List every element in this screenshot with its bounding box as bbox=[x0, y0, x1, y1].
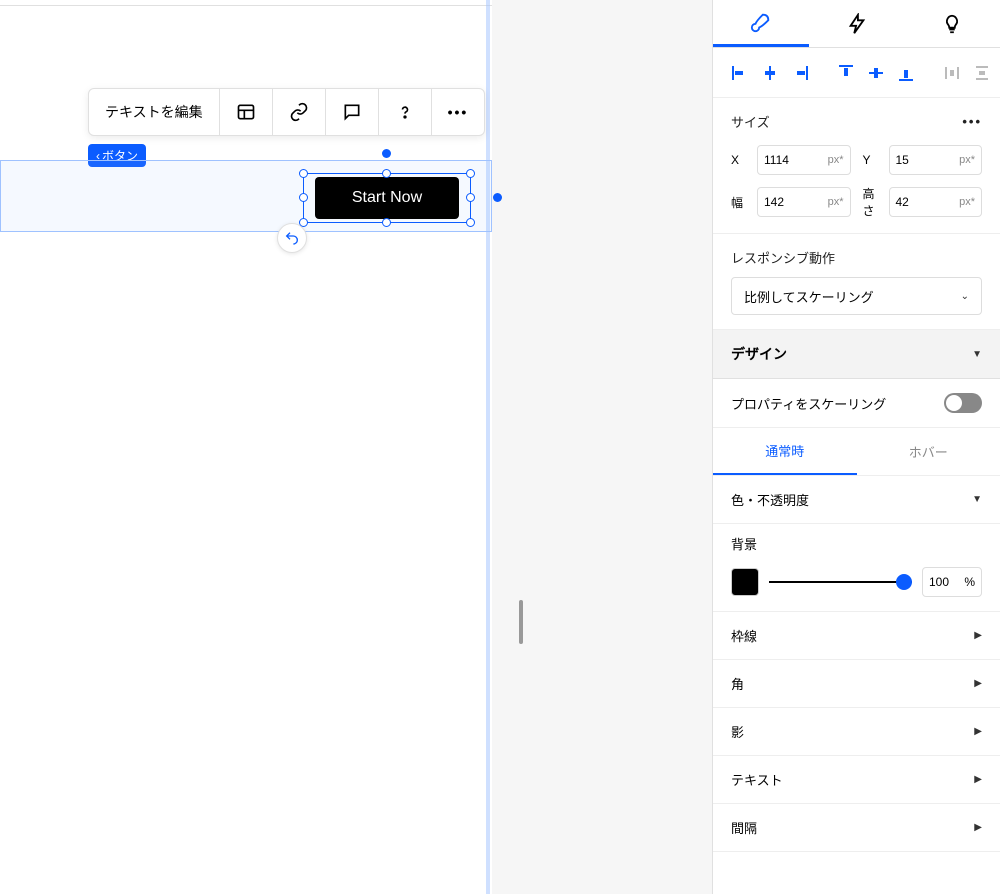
x-label: X bbox=[731, 153, 745, 167]
undo-button[interactable] bbox=[277, 223, 307, 253]
selection-frame[interactable] bbox=[303, 173, 471, 223]
y-label: Y bbox=[863, 153, 877, 167]
tab-design[interactable] bbox=[713, 0, 809, 47]
lightning-icon bbox=[846, 13, 868, 35]
color-opacity-row[interactable]: 色・不透明度 ▼ bbox=[713, 476, 1000, 524]
caret-right-icon: ▶ bbox=[974, 774, 982, 785]
tab-ideas[interactable] bbox=[904, 0, 1000, 47]
design-header[interactable]: デザイン ▼ bbox=[713, 330, 1000, 379]
text-label: テキスト bbox=[731, 770, 783, 789]
height-input[interactable]: 42px* bbox=[889, 187, 983, 217]
border-label: 枠線 bbox=[731, 626, 757, 645]
handle-e[interactable] bbox=[466, 193, 475, 202]
width-input[interactable]: 142px* bbox=[757, 187, 851, 217]
design-title: デザイン bbox=[731, 344, 787, 364]
distribute-h-icon[interactable] bbox=[943, 64, 961, 82]
state-tab-normal[interactable]: 通常時 bbox=[713, 428, 857, 475]
handle-w[interactable] bbox=[299, 193, 308, 202]
shadow-row[interactable]: 影 ▶ bbox=[713, 708, 1000, 756]
align-center-v-icon[interactable] bbox=[867, 64, 885, 82]
caret-down-icon: ▼ bbox=[972, 349, 982, 360]
color-opacity-label: 色・不透明度 bbox=[731, 490, 809, 509]
spacing-label: 間隔 bbox=[731, 818, 757, 837]
caret-right-icon: ▶ bbox=[974, 630, 982, 641]
scale-props-toggle[interactable] bbox=[944, 393, 982, 413]
handle-right-anchor[interactable] bbox=[493, 193, 502, 202]
distribute-v-icon[interactable] bbox=[973, 64, 991, 82]
handle-ne[interactable] bbox=[466, 169, 475, 178]
help-button[interactable] bbox=[379, 89, 432, 135]
size-more-icon[interactable]: ••• bbox=[962, 114, 982, 129]
handle-nw[interactable] bbox=[299, 169, 308, 178]
state-tabs: 通常時 ホバー bbox=[713, 428, 1000, 476]
handle-s[interactable] bbox=[382, 218, 391, 227]
background-label: 背景 bbox=[713, 524, 1000, 553]
lightbulb-icon bbox=[941, 13, 963, 35]
comment-icon bbox=[342, 102, 362, 122]
opacity-input[interactable]: 100% bbox=[922, 567, 982, 597]
text-row[interactable]: テキスト ▶ bbox=[713, 756, 1000, 804]
layout-button[interactable] bbox=[220, 89, 273, 135]
undo-icon bbox=[284, 230, 300, 246]
caret-right-icon: ▶ bbox=[974, 726, 982, 737]
comment-button[interactable] bbox=[326, 89, 379, 135]
width-label: 幅 bbox=[731, 194, 745, 211]
scrollbar-thumb[interactable] bbox=[519, 600, 523, 644]
corner-row[interactable]: 角 ▶ bbox=[713, 660, 1000, 708]
canvas-area[interactable]: テキストを編集 ••• ‹ ボタン Start Now bbox=[0, 0, 712, 894]
state-tab-hover[interactable]: ホバー bbox=[857, 428, 1000, 475]
spacing-row[interactable]: 間隔 ▶ bbox=[713, 804, 1000, 852]
handle-se[interactable] bbox=[466, 218, 475, 227]
brush-icon bbox=[750, 11, 772, 33]
border-row[interactable]: 枠線 ▶ bbox=[713, 612, 1000, 660]
caret-down-icon: ▼ bbox=[972, 494, 982, 505]
corner-label: 角 bbox=[731, 674, 744, 693]
size-section: サイズ ••• X 1114px* Y 15px* 幅 142px* 高さ 42… bbox=[713, 98, 1000, 234]
layout-icon bbox=[236, 102, 256, 122]
responsive-value: 比例してスケーリング bbox=[744, 287, 874, 306]
chevron-down-icon: ⌄ bbox=[961, 291, 969, 302]
link-button[interactable] bbox=[273, 89, 326, 135]
size-title: サイズ bbox=[731, 112, 770, 131]
background-row: 100% bbox=[713, 553, 1000, 612]
align-top-icon[interactable] bbox=[837, 64, 855, 82]
align-bottom-icon[interactable] bbox=[897, 64, 915, 82]
responsive-section: レスポンシブ動作 比例してスケーリング ⌄ bbox=[713, 234, 1000, 330]
panel-tabs bbox=[713, 0, 1000, 48]
help-icon bbox=[395, 102, 415, 122]
shadow-label: 影 bbox=[731, 722, 744, 741]
height-label: 高さ bbox=[863, 185, 877, 219]
edit-text-button[interactable]: テキストを編集 bbox=[89, 89, 220, 135]
x-input[interactable]: 1114px* bbox=[757, 145, 851, 175]
canvas-top-ruler bbox=[0, 0, 492, 6]
caret-right-icon: ▶ bbox=[974, 678, 982, 689]
canvas-guide-vertical bbox=[486, 0, 490, 894]
more-button[interactable]: ••• bbox=[432, 89, 485, 135]
inspector-panel: サイズ ••• X 1114px* Y 15px* 幅 142px* 高さ 42… bbox=[712, 0, 1000, 894]
scale-props-label: プロパティをスケーリング bbox=[731, 394, 886, 413]
handle-n[interactable] bbox=[382, 169, 391, 178]
responsive-title: レスポンシブ動作 bbox=[731, 248, 835, 267]
handle-top-anchor[interactable] bbox=[382, 149, 391, 158]
scale-props-row: プロパティをスケーリング bbox=[713, 379, 1000, 428]
tab-interactions[interactable] bbox=[809, 0, 905, 47]
background-swatch[interactable] bbox=[731, 568, 759, 596]
more-icon: ••• bbox=[448, 104, 469, 120]
responsive-dropdown[interactable]: 比例してスケーリング ⌄ bbox=[731, 277, 982, 315]
canvas-gutter bbox=[492, 0, 712, 894]
align-right-icon[interactable] bbox=[791, 64, 809, 82]
caret-right-icon: ▶ bbox=[974, 822, 982, 833]
align-left-icon[interactable] bbox=[731, 64, 749, 82]
align-center-h-icon[interactable] bbox=[761, 64, 779, 82]
alignment-row bbox=[713, 48, 1000, 98]
opacity-slider[interactable] bbox=[769, 581, 912, 583]
y-input[interactable]: 15px* bbox=[889, 145, 983, 175]
link-icon bbox=[289, 102, 309, 122]
floating-toolbar: テキストを編集 ••• bbox=[88, 88, 485, 136]
